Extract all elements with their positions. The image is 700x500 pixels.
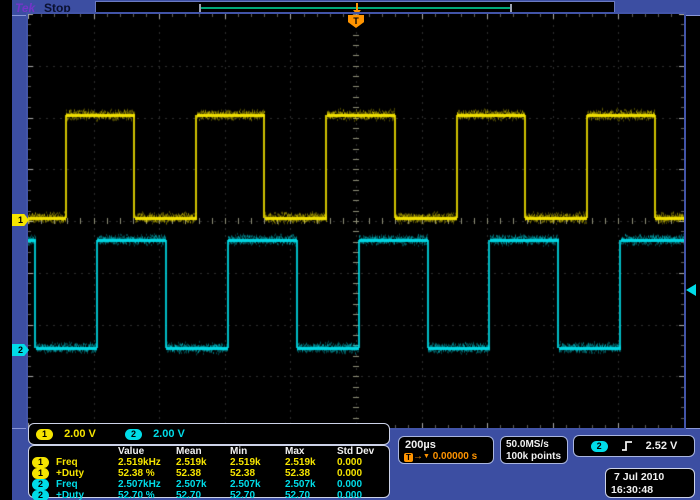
col-mean: Mean: [176, 446, 202, 457]
trigger-readout-box: 2 2.52 V: [573, 435, 695, 457]
measurement-row-ch2-freq: 2 Freq 2.507kHz 2.507k 2.507k 2.507k 0.0…: [32, 479, 386, 489]
row-badge: 1: [32, 468, 49, 479]
measurement-value: 2.507kHz: [118, 479, 161, 490]
measurement-mean: 52.70: [176, 490, 201, 500]
datetime-box: 7 Jul 2010 16:30:48: [605, 468, 695, 498]
measurement-min: 52.38: [230, 468, 255, 479]
col-stddev: Std Dev: [337, 446, 374, 457]
measurement-name: Freq: [56, 457, 78, 468]
trigger-level-readout: 2.52 V: [646, 440, 678, 452]
col-max: Max: [285, 446, 304, 457]
trigger-source-badge: 2: [591, 441, 608, 452]
measurement-std: 0.000: [337, 490, 362, 500]
col-min: Min: [230, 446, 247, 457]
measurement-max: 2.519k: [285, 457, 316, 468]
waveform-display: [28, 14, 684, 428]
record-window-left-bracket[interactable]: [199, 4, 201, 12]
ch2-scale-value: 2.00 V: [153, 428, 185, 440]
measurement-min: 2.519k: [230, 457, 261, 468]
measurement-max: 52.38: [285, 468, 310, 479]
measurement-row-ch1-duty: 1 +Duty 52.38 % 52.38 52.38 52.38 0.000: [32, 468, 386, 478]
measurements-header-row: Value Mean Min Max Std Dev: [32, 446, 386, 456]
measurement-std: 0.000: [337, 479, 362, 490]
measurement-std: 0.000: [337, 457, 362, 468]
horizontal-position-readout: T→▼ 0.00000 s: [404, 451, 477, 462]
ch2-scale-readout[interactable]: 2 2.00 V: [125, 428, 185, 440]
oscilloscope-screen: Tek Stop T 1 2 1 2.00 V 2 2.00 V Value M…: [0, 0, 700, 500]
trigger-t-icon: T: [404, 453, 413, 462]
measurement-value: 2.519kHz: [118, 457, 161, 468]
ch1-badge: 1: [36, 429, 53, 440]
ch1-scale-readout[interactable]: 1 2.00 V: [36, 428, 96, 440]
measurement-name: +Duty: [56, 490, 84, 500]
measurement-max: 52.70: [285, 490, 310, 500]
rising-edge-icon: [620, 439, 634, 453]
time-readout: 16:30:48: [611, 484, 653, 496]
measurement-mean: 2.519k: [176, 457, 207, 468]
acquisition-readout-box: 50.0MS/s 100k points: [500, 436, 568, 464]
measurement-max: 2.507k: [285, 479, 316, 490]
measurement-row-ch2-duty: 2 +Duty 52.70 % 52.70 52.70 52.70 0.000: [32, 490, 386, 500]
measurement-name: +Duty: [56, 468, 84, 479]
measurement-min: 52.70: [230, 490, 255, 500]
horizontal-position-value: 0.00000 s: [433, 451, 478, 462]
measurement-std: 0.000: [337, 468, 362, 479]
record-length-readout: 100k points: [506, 451, 561, 462]
measurement-value: 52.70 %: [118, 490, 155, 500]
timebase-readout: 200µs: [405, 439, 436, 451]
measurement-row-ch1-freq: 1 Freq 2.519kHz 2.519k 2.519k 2.519k 0.0…: [32, 457, 386, 467]
date-readout: 7 Jul 2010: [614, 471, 664, 483]
measurement-mean: 2.507k: [176, 479, 207, 490]
horizontal-readout-box: 200µs T→▼ 0.00000 s: [398, 436, 494, 464]
measurement-mean: 52.38: [176, 468, 201, 479]
record-window-right-bracket[interactable]: [510, 4, 512, 12]
row-badge: 1: [32, 457, 49, 468]
row-badge: 2: [32, 490, 49, 500]
measurement-min: 2.507k: [230, 479, 261, 490]
col-value: Value: [118, 446, 144, 457]
ch1-scale-value: 2.00 V: [64, 428, 96, 440]
sample-rate-readout: 50.0MS/s: [506, 439, 549, 450]
ch2-badge: 2: [125, 429, 142, 440]
measurement-value: 52.38 %: [118, 468, 155, 479]
measurement-name: Freq: [56, 479, 78, 490]
row-badge: 2: [32, 479, 49, 490]
trigger-level-arrow[interactable]: [686, 284, 696, 296]
